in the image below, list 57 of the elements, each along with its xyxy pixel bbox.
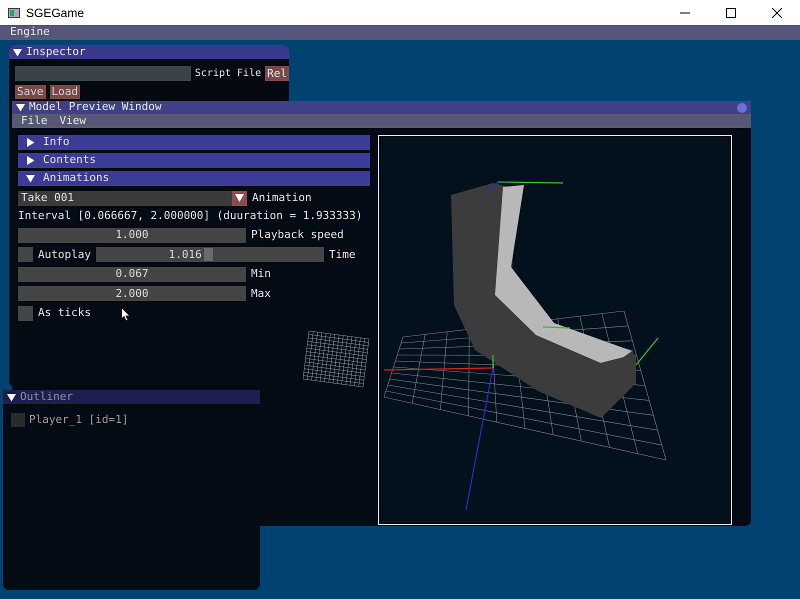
window-title: Inspector [26, 44, 86, 60]
field-label: Time [328, 246, 356, 262]
slider-thumb[interactable] [204, 248, 213, 262]
checkbox[interactable] [11, 413, 25, 428]
window-title: Outliner [20, 388, 73, 405]
number-field[interactable]: 1.000 [18, 228, 246, 243]
animation-dropdown[interactable]: Take 001 [18, 190, 247, 206]
interval-text: Interval [0.066667, 2.000000] (duuration = 1.933333) [18, 208, 364, 224]
window-title: Model Preview Window [29, 99, 162, 116]
script-file-field[interactable] [15, 66, 191, 81]
field-label: Max [251, 286, 271, 302]
outliner-title-bar[interactable]: Outliner [3, 390, 260, 404]
slider[interactable]: 1.016 [96, 247, 324, 262]
outliner-item[interactable]: Player_1 [id=1] [29, 412, 128, 428]
field-value: 1.000 [115, 227, 149, 243]
field-label: Min [251, 266, 271, 282]
section-header[interactable]: Info [18, 135, 370, 150]
section-header[interactable]: Contents [18, 153, 370, 168]
collapse-triangle-icon[interactable] [26, 174, 35, 183]
expand-triangle-icon[interactable] [26, 138, 35, 147]
grid-thumbnail-drawing [303, 329, 370, 388]
dropdown-arrow-icon[interactable] [235, 194, 244, 202]
field-label: Playback speed [251, 227, 344, 243]
checkbox-label: As ticks [38, 305, 91, 321]
section-title: Info [43, 134, 70, 150]
field-value: 0.067 [115, 266, 149, 282]
field-label: Script File [194, 67, 262, 81]
number-field[interactable]: 2.000 [18, 286, 246, 302]
inspector-title-bar[interactable]: Inspector [9, 45, 289, 59]
checkbox-label: Autoplay [38, 246, 91, 262]
close-icon[interactable] [772, 8, 782, 18]
checkbox[interactable] [18, 247, 33, 262]
action-button[interactable]: Load [50, 85, 80, 99]
expand-triangle-icon[interactable] [26, 156, 35, 165]
app-icon [8, 8, 20, 18]
mouse-cursor-icon [121, 307, 131, 322]
menu-item[interactable]: Engine [10, 24, 50, 41]
section-title: Animations [43, 170, 110, 186]
slider-value: 1.016 [168, 247, 202, 262]
field-value: 2.000 [115, 286, 149, 302]
maximize-icon[interactable] [726, 8, 736, 18]
collapse-triangle-icon[interactable] [16, 103, 25, 112]
dropdown-value: Take 001 [21, 190, 75, 206]
reload-button[interactable]: Rel [265, 66, 289, 81]
action-button[interactable]: Save [15, 85, 46, 99]
section-title: Contents [43, 152, 96, 168]
collapse-triangle-icon[interactable] [13, 48, 22, 56]
menu-item[interactable]: File [21, 112, 48, 130]
number-field[interactable]: 0.067 [18, 266, 246, 282]
collapse-triangle-icon[interactable] [7, 392, 16, 402]
field-label: Animation [252, 190, 312, 206]
checkbox[interactable] [18, 306, 33, 321]
preview-title-bar[interactable]: Model Preview Window [12, 101, 751, 114]
section-header[interactable]: Animations [18, 171, 370, 186]
model-viewport[interactable] [378, 135, 732, 525]
menu-item[interactable]: View [60, 112, 86, 130]
window-title: SGEGame [26, 4, 84, 22]
